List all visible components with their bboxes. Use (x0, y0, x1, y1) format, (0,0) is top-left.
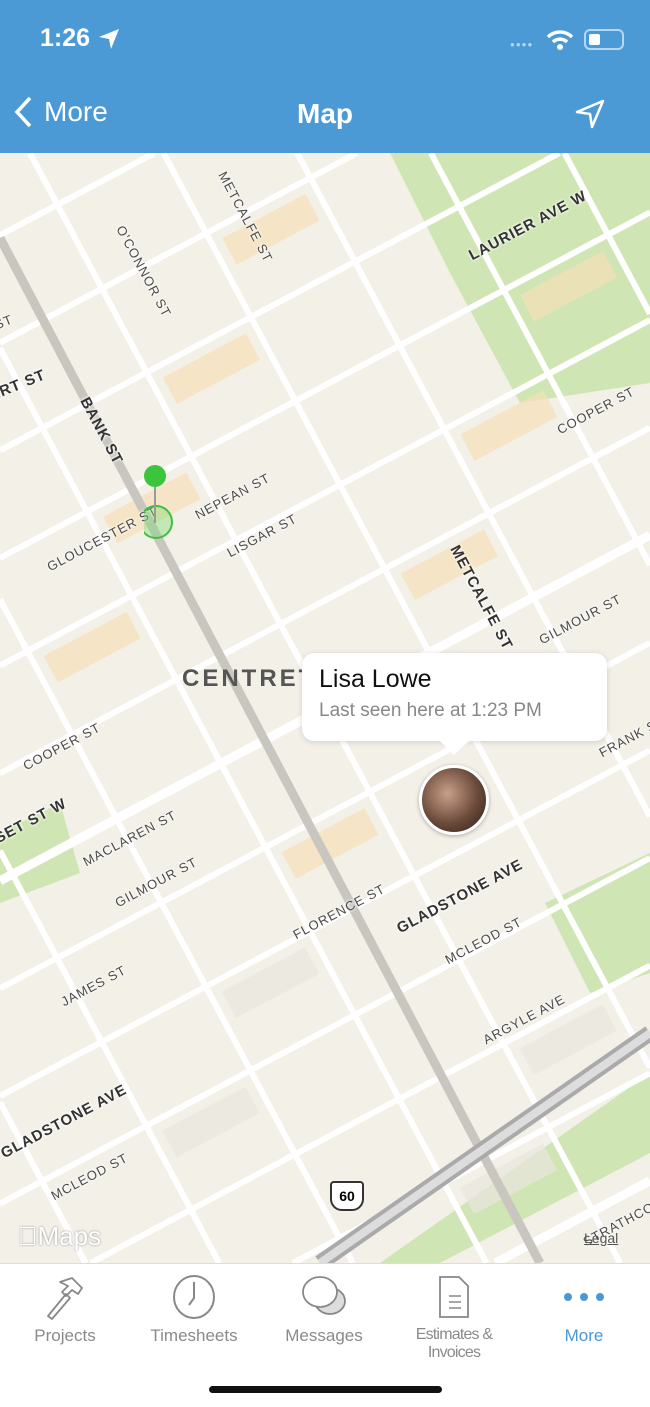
wifi-icon (546, 30, 574, 50)
signal-icon: ●●●● (510, 40, 534, 49)
user-avatar[interactable] (419, 765, 489, 835)
tab-timesheets[interactable]: Timesheets (129, 1274, 259, 1346)
clock-icon (173, 1275, 215, 1319)
tab-label: Projects (34, 1326, 96, 1345)
street (0, 849, 222, 1263)
header: 1:26 ●●●● More Map (0, 0, 650, 153)
callout-subtitle: Last seen here at 1:23 PM (319, 700, 542, 721)
apple-maps-logo: Maps (18, 1221, 101, 1251)
street (0, 317, 650, 669)
document-icon (439, 1276, 469, 1318)
building (162, 333, 260, 404)
page-title: Map (297, 98, 353, 129)
building (222, 947, 320, 1019)
home-indicator (209, 1386, 442, 1393)
tab-projects[interactable]: Projects (0, 1274, 130, 1346)
tab-messages[interactable]: Messages (259, 1274, 389, 1346)
tab-estimates-invoices[interactable]: Estimates & Invoices (389, 1274, 519, 1362)
status-time: 1:26 (40, 24, 91, 52)
tab-label: More (564, 1326, 604, 1345)
current-location-button[interactable] (574, 98, 606, 130)
battery-icon (584, 29, 624, 50)
callout-name: Lisa Lowe (319, 665, 432, 693)
green-pin-icon[interactable] (144, 465, 174, 545)
tab-label: Estimates & Invoices (415, 1326, 493, 1361)
tab-label: Messages (285, 1326, 363, 1345)
location-arrow-icon (99, 29, 119, 49)
street (0, 153, 157, 238)
hammer-icon (47, 1277, 83, 1320)
map-view[interactable]: METCALFE ST O'CONNOR ST LAURIER AVE W ERT S… (0, 153, 650, 1263)
legal-link[interactable]: Legal (584, 1230, 618, 1246)
location-callout[interactable]: Lisa Lowe Last seen here at 1:23 PM (302, 653, 607, 755)
building (460, 390, 558, 461)
building (43, 611, 141, 683)
highway-shield: 60 (330, 1181, 364, 1211)
more-dots-icon (564, 1293, 604, 1301)
building (162, 1086, 260, 1158)
tab-label: Timesheets (150, 1326, 238, 1345)
chat-bubbles-icon (302, 1276, 346, 1315)
tab-more[interactable]: More (519, 1274, 649, 1346)
